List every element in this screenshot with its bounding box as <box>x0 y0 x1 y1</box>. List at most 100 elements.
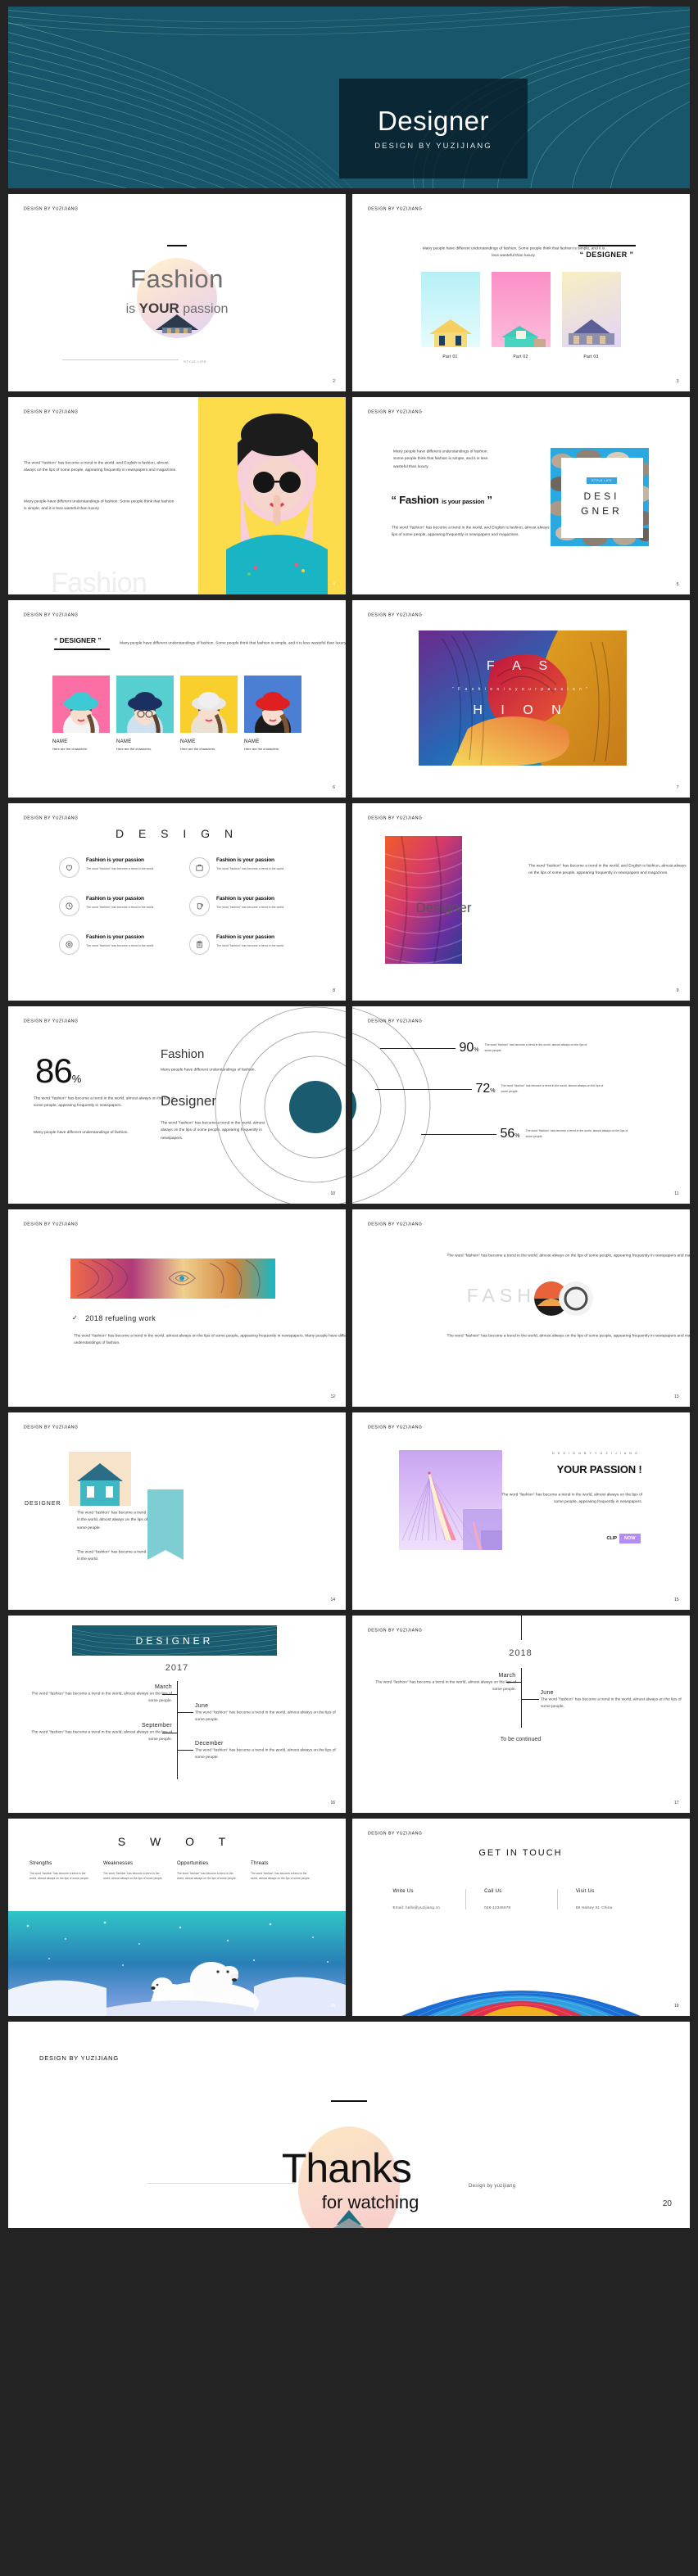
timeline-entry: September The word "fashion" has become … <box>31 1723 172 1742</box>
slide-thumbnail-designer-tag[interactable]: DESIGN BY YUZIJIANG DESIGNER The word "f… <box>8 1412 346 1610</box>
designer-word: DESI GNER <box>581 489 623 518</box>
page-number: 17 <box>673 1801 679 1805</box>
heading-designer: Designer <box>161 1093 217 1109</box>
clip-now-button[interactable]: CLIP NOW <box>607 1534 641 1543</box>
contact-heading: Call Us <box>484 1889 502 1894</box>
list-item[interactable]: Fashion is your passion The word "fashion… <box>189 934 305 955</box>
list-item[interactable]: Fashion is your passion The word "fashion… <box>59 857 174 878</box>
page-number: 4 <box>333 582 335 587</box>
swot-desc: The word "fashion" has become a trend in… <box>29 1872 89 1881</box>
feature-title: Fashion is your passion <box>216 896 274 902</box>
slide-thumbnail-timeline-2018[interactable]: DESIGN BY YUZIJIANG 2018 March The word … <box>351 1616 690 1813</box>
slide-title: S W O T <box>117 1835 237 1848</box>
timeline-month: September <box>142 1723 172 1729</box>
slide-title: D E S I G N <box>115 827 239 840</box>
stat-number: 86 <box>35 1051 73 1090</box>
divider <box>167 245 187 246</box>
paragraph: The word "fashion" has become a trend in… <box>501 1492 642 1505</box>
contact-value[interactable]: Email: hello@yuzijiang.cn <box>393 1905 466 1909</box>
footer-line <box>62 359 179 360</box>
member-name: NAME <box>116 739 132 744</box>
timeline-month: June <box>195 1703 209 1709</box>
member-desc: Here are the characters. <box>244 747 280 751</box>
paragraph-2: The word "fashion" has become a trend in… <box>77 1549 147 1562</box>
timeline-axis <box>520 1668 522 1728</box>
slide-thumbnail-stat-rings[interactable]: DESIGN BY YUZIJIANG 90% The word "fashio… <box>351 1006 690 1204</box>
slide-thumbnail-fashion-photo[interactable]: DESIGN BY YUZIJIANG The word "fashion" h… <box>8 397 346 594</box>
list-item[interactable]: NAME Here are the characters. <box>116 676 174 751</box>
abstract-footer-image <box>351 1968 690 2016</box>
slide-thumbnail-your-passion[interactable]: DESIGN BY YUZIJIANG D E S I G N B Y Y U … <box>351 1412 690 1610</box>
stat-desc: The word "fashion" has become a trend in… <box>484 1043 587 1052</box>
paragraph-1: Many people have different understanding… <box>392 449 488 469</box>
badge-underline <box>54 649 110 650</box>
feature-desc: The word "fashion" has become a trend in… <box>86 906 155 909</box>
slide-thumbnail-fashion-circles[interactable]: DESIGN BY YUZIJIANG The word "fashion" h… <box>351 1209 690 1407</box>
slide-thumbnail-parts-overview[interactable]: DESIGN BY YUZIJIANG Many people have dif… <box>351 194 690 391</box>
slide-header: DESIGN BY YUZIJIANG <box>39 2054 120 2062</box>
timeline-desc: The word "fashion" has become a trend in… <box>31 1729 172 1742</box>
list-item[interactable]: Fashion is your passion The word "fashion… <box>189 896 305 916</box>
slide-thumbnail-timeline-2017[interactable]: DESIGNER 2017 March The word "fashion" h… <box>8 1616 346 1813</box>
part-card[interactable]: Part 03 <box>561 272 621 359</box>
list-item[interactable]: Fashion is your passion The word "fashion… <box>59 896 174 916</box>
paragraph: The word "fashion" has become a trend in… <box>74 1333 346 1346</box>
page-number: 3 <box>676 379 679 384</box>
slide-thumbnail-get-in-touch[interactable]: DESIGN BY YUZIJIANG GET IN TOUCH Write U… <box>351 1819 690 2016</box>
page-number: 9 <box>676 988 679 993</box>
slide-thumbnail-swot[interactable]: S W O T Strengths The word "fashion" has… <box>8 1819 346 2016</box>
part-card[interactable]: Part 02 <box>491 272 551 359</box>
slide-header: DESIGN BY YUZIJIANG <box>367 206 422 211</box>
feature-desc: The word "fashion" has become a trend in… <box>86 944 155 947</box>
part-image <box>561 272 621 347</box>
hero-subtitle: DESIGN BY YUZIJIANG <box>374 141 492 151</box>
slide-thumbnail-fashion-cover[interactable]: DESIGN BY YUZIJIANG F A S “ F a s h i o … <box>351 600 690 798</box>
list-item[interactable]: NAME Here are the characters. <box>180 676 238 751</box>
slide-grid: DESIGN BY YUZIJIANG Fashion is YOUR pass… <box>8 194 690 2016</box>
slide-thumbnail-stat-86[interactable]: DESIGN BY YUZIJIANG 86% The word "fashio… <box>8 1006 346 1204</box>
slide-thumbnail-team-members[interactable]: DESIGN BY YUZIJIANG “ DESIGNER ” Many pe… <box>8 600 346 798</box>
slide-thumbnail-designer-frame[interactable]: DESIGN BY YUZIJIANG Many people have dif… <box>351 397 690 594</box>
contact-value[interactable]: 028-12345678 <box>484 1905 557 1909</box>
slide-header: DESIGN BY YUZIJIANG <box>367 1222 422 1227</box>
circle-image-b <box>558 1281 593 1316</box>
slide-thumbnail-refueling-work[interactable]: DESIGN BY YUZIJIANG ✓ 2018 refueling wor… <box>8 1209 346 1407</box>
part-card[interactable]: Part 01 <box>420 272 480 359</box>
designer-word-b: GNER <box>581 505 623 517</box>
list-item[interactable]: Fashion is your passion The word "fashion… <box>59 934 174 955</box>
timeline-year: 2017 <box>165 1663 189 1673</box>
slide-header: DESIGN BY YUZIJIANG <box>367 409 422 414</box>
member-name: NAME <box>180 739 196 744</box>
timeline-month: December <box>195 1741 224 1747</box>
part-caption: Part 01 <box>442 355 458 359</box>
page-number: 15 <box>673 1598 679 1602</box>
page-number: 12 <box>330 1394 335 1399</box>
page-number: 13 <box>673 1394 679 1399</box>
designer-banner: DESIGNER <box>72 1625 277 1656</box>
cover-word-b: H I O N <box>473 703 569 717</box>
cover-quote: “ F a s h i o n i s y o u r p a s s i o … <box>452 687 589 692</box>
swot-column: Strengths The word "fashion" has become … <box>29 1861 103 1882</box>
member-desc: Here are the characters. <box>116 747 152 751</box>
timeline-desc: The word "fashion" has become a trend in… <box>195 1747 336 1760</box>
stat-unit: % <box>514 1133 520 1139</box>
slide-thumbnail-designer-spiral[interactable]: DESIGN BY YUZIJIANG Designer The word "f… <box>351 803 690 1001</box>
slide-thumbnail-design-features[interactable]: DESIGN BY YUZIJIANG D E S I G N Fashion … <box>8 803 346 1001</box>
paragraph-2: Many people have different understanding… <box>24 499 174 512</box>
member-name: NAME <box>52 739 68 744</box>
slide-thumbnail-thanks[interactable]: DESIGN BY YUZIJIANG Thanks for watching … <box>8 2022 690 2228</box>
timeline-desc: The word "fashion" has become a trend in… <box>195 1710 336 1723</box>
section-heading: 2018 refueling work <box>85 1314 156 1322</box>
hero-title-panel: Designer DESIGN BY YUZIJIANG <box>339 79 528 179</box>
list-item[interactable]: NAME Here are the characters. <box>244 676 301 751</box>
stat-paragraph-2: Many people have different understanding… <box>34 1129 129 1135</box>
stat-number: 90 <box>459 1041 474 1055</box>
page-number: 10 <box>330 1191 335 1196</box>
list-item[interactable]: Fashion is your passion The word "fashion… <box>189 857 305 878</box>
cup-icon <box>189 896 210 916</box>
swot-column: Weaknesses The word "fashion" has become… <box>103 1861 177 1882</box>
slide-thumbnail-fashion-passion[interactable]: DESIGN BY YUZIJIANG Fashion is YOUR pass… <box>8 194 346 391</box>
stat-value: 86% <box>35 1051 81 1091</box>
list-item[interactable]: NAME Here are the characters. <box>52 676 110 751</box>
slide-header: DESIGN BY YUZIJIANG <box>367 816 422 820</box>
